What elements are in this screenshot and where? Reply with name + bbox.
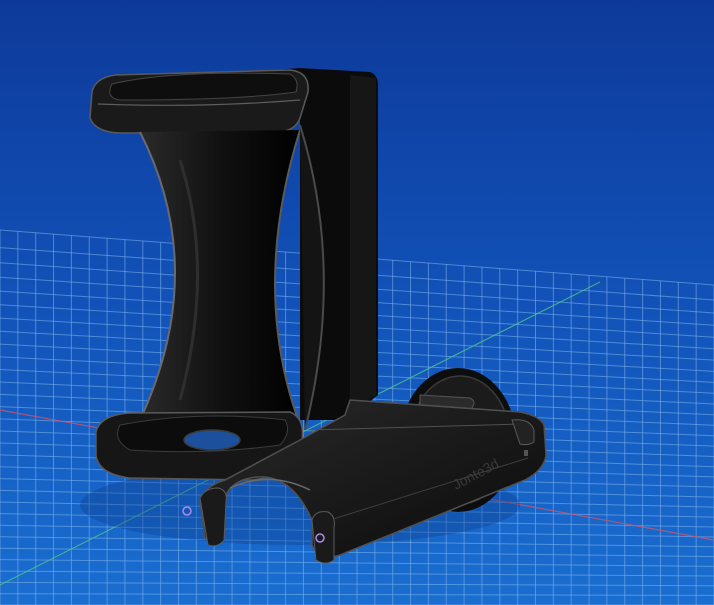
cad-viewport[interactable]: Jonte3d <box>0 0 714 605</box>
drain-hole <box>183 429 241 451</box>
scene-canvas[interactable]: Jonte3d <box>0 0 714 605</box>
cup-top-rim[interactable] <box>89 69 309 134</box>
